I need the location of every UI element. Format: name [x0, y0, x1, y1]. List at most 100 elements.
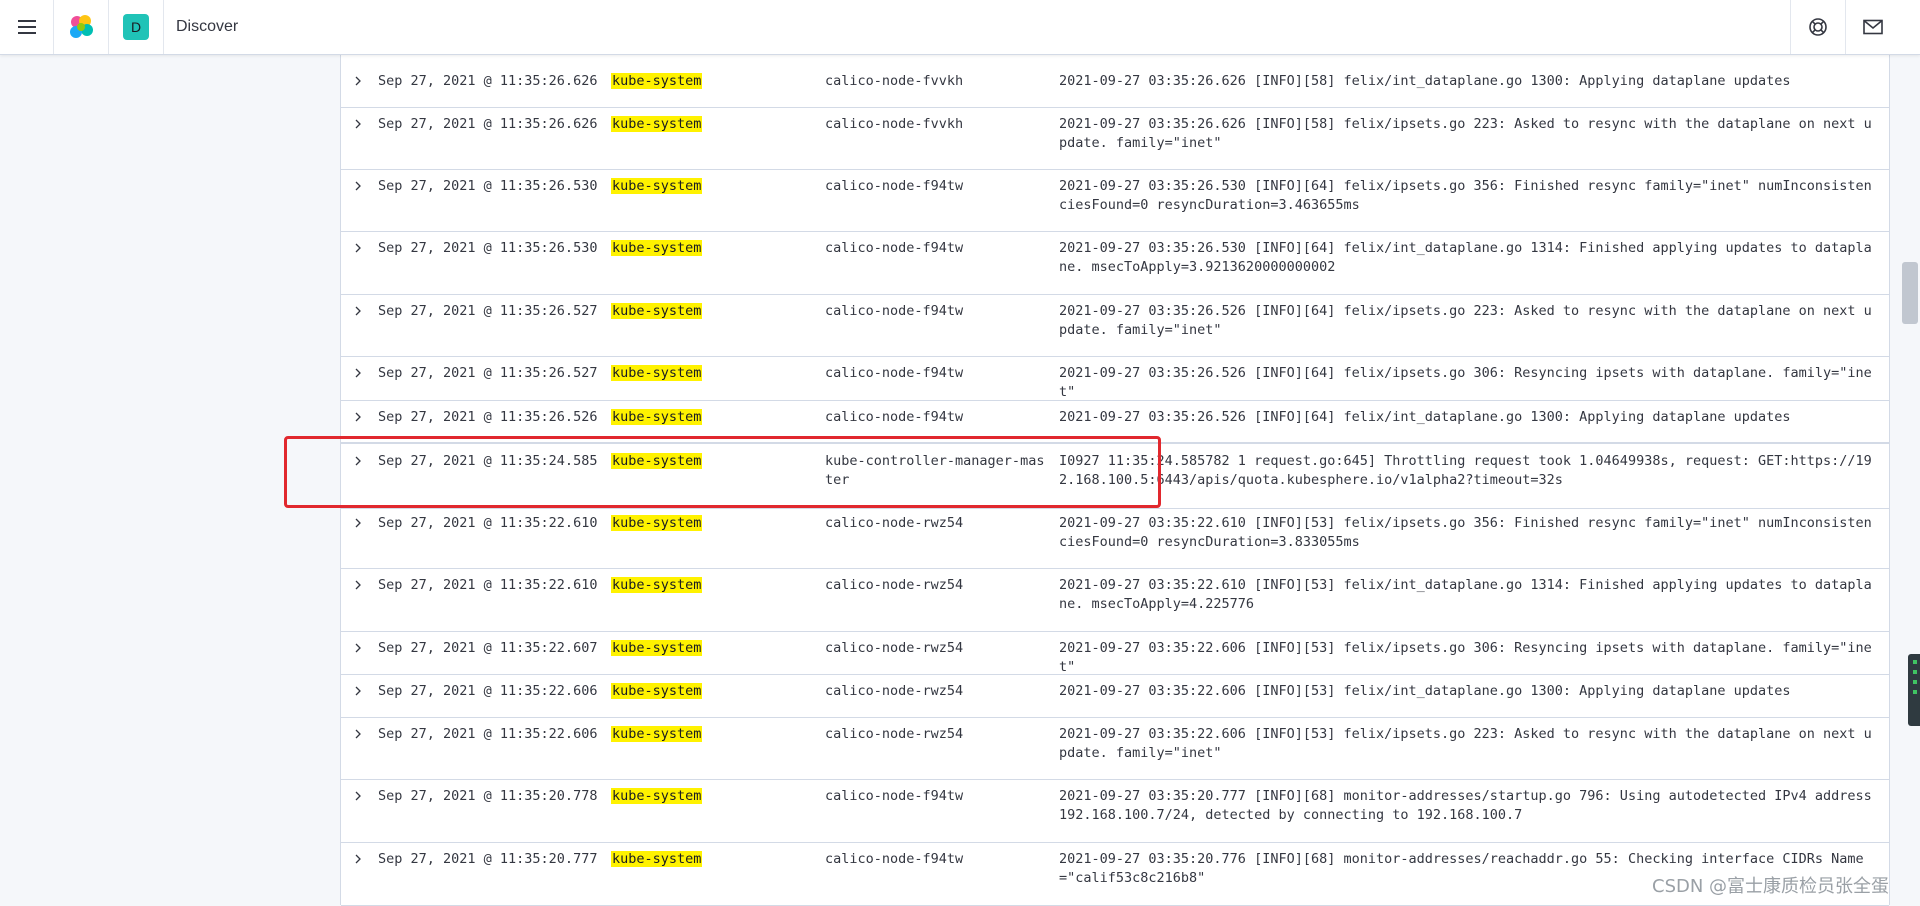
- namespace-cell: kube-system: [611, 850, 703, 869]
- expand-row-button[interactable]: [351, 364, 365, 382]
- pod-name-cell: calico-node-f94tw: [825, 178, 964, 194]
- home-logo-button[interactable]: [54, 0, 108, 54]
- timestamp-cell: Sep 27, 2021 @ 11:35:26.526: [378, 409, 598, 425]
- log-message-cell: 2021-09-27 03:35:26.526 [INFO][64] felix…: [1059, 303, 1872, 338]
- expand-row-button[interactable]: [351, 408, 365, 426]
- chevron-right-icon: [355, 854, 361, 864]
- expand-row-button[interactable]: [351, 639, 365, 657]
- scrollbar-track[interactable]: [1900, 55, 1920, 902]
- table-row[interactable]: Sep 27, 2021 @ 11:35:22.607 kube-system ca…: [341, 631, 1889, 675]
- namespace-highlight: kube-system: [611, 303, 703, 319]
- timestamp-cell: Sep 27, 2021 @ 11:35:26.530: [378, 178, 598, 194]
- table-row[interactable]: Sep 27, 2021 @ 11:35:26.530 kube-system ca…: [341, 231, 1889, 295]
- chevron-right-icon: [355, 119, 361, 129]
- chevron-right-icon: [355, 181, 361, 191]
- timestamp-cell: Sep 27, 2021 @ 11:35:26.527: [378, 365, 598, 381]
- pod-name-cell: calico-node-rwz54: [825, 683, 964, 699]
- expand-row-button[interactable]: [351, 302, 365, 320]
- table-row[interactable]: Sep 27, 2021 @ 11:35:26.626 kube-system ca…: [341, 64, 1889, 108]
- pod-name-cell: calico-node-fvvkh: [825, 73, 964, 89]
- namespace-highlight: kube-system: [611, 851, 703, 867]
- pod-name-cell: calico-node-f94tw: [825, 788, 964, 804]
- namespace-cell: kube-system: [611, 408, 703, 427]
- help-lifebuoy-icon: [1809, 18, 1827, 36]
- chevron-right-icon: [355, 518, 361, 528]
- pod-name-cell: calico-node-rwz54: [825, 515, 964, 531]
- timestamp-cell: Sep 27, 2021 @ 11:35:22.610: [378, 577, 598, 593]
- expand-row-button[interactable]: [351, 576, 365, 594]
- scrollbar-thumb[interactable]: [1902, 262, 1918, 324]
- space-selector-button[interactable]: D: [109, 0, 163, 54]
- namespace-highlight: kube-system: [611, 240, 703, 256]
- expand-row-button[interactable]: [351, 72, 365, 90]
- timestamp-cell: Sep 27, 2021 @ 11:35:26.527: [378, 303, 598, 319]
- expand-row-button[interactable]: [351, 514, 365, 532]
- expand-row-button[interactable]: [351, 239, 365, 257]
- menu-button[interactable]: [0, 0, 53, 54]
- pod-name-cell: calico-node-rwz54: [825, 726, 964, 742]
- table-row[interactable]: Sep 27, 2021 @ 11:35:26.527 kube-system ca…: [341, 294, 1889, 357]
- news-feed-button[interactable]: [1846, 0, 1900, 54]
- expand-row-button[interactable]: [351, 787, 365, 805]
- log-message-cell: 2021-09-27 03:35:26.530 [INFO][64] felix…: [1059, 240, 1872, 275]
- chevron-right-icon: [355, 791, 361, 801]
- pod-name-cell: calico-node-rwz54: [825, 640, 964, 656]
- mail-icon: [1863, 19, 1883, 35]
- table-row[interactable]: Sep 27, 2021 @ 11:35:26.527 kube-system ca…: [341, 356, 1889, 401]
- timestamp-cell: Sep 27, 2021 @ 11:35:22.606: [378, 683, 598, 699]
- table-row[interactable]: Sep 27, 2021 @ 11:35:22.610 kube-system ca…: [341, 568, 1889, 632]
- pod-name-cell: calico-node-f94tw: [825, 365, 964, 381]
- chevron-right-icon: [355, 306, 361, 316]
- expand-row-button[interactable]: [351, 725, 365, 743]
- chevron-right-icon: [355, 686, 361, 696]
- expand-row-button[interactable]: [351, 177, 365, 195]
- expand-row-button[interactable]: [351, 682, 365, 700]
- timestamp-cell: Sep 27, 2021 @ 11:35:26.626: [378, 73, 598, 89]
- log-message-cell: 2021-09-27 03:35:26.526 [INFO][64] felix…: [1059, 409, 1791, 425]
- timestamp-cell: Sep 27, 2021 @ 11:35:22.610: [378, 515, 598, 531]
- namespace-cell: kube-system: [611, 514, 703, 533]
- help-button[interactable]: [1791, 0, 1845, 54]
- namespace-cell: kube-system: [611, 576, 703, 595]
- log-message-cell: 2021-09-27 03:35:26.530 [INFO][64] felix…: [1059, 178, 1872, 213]
- log-message-cell: 2021-09-27 03:35:22.606 [INFO][53] felix…: [1059, 640, 1872, 675]
- namespace-highlight: kube-system: [611, 515, 703, 531]
- table-row[interactable]: Sep 27, 2021 @ 11:35:22.610 kube-system ca…: [341, 506, 1889, 569]
- log-message-cell: 2021-09-27 03:35:20.777 [INFO][68] monit…: [1059, 788, 1872, 823]
- namespace-cell: kube-system: [611, 725, 703, 744]
- top-header: D Discover: [0, 0, 1920, 55]
- side-widget-tab[interactable]: [1908, 654, 1920, 726]
- chevron-right-icon: [355, 412, 361, 422]
- timestamp-cell: Sep 27, 2021 @ 11:35:20.778: [378, 788, 598, 804]
- chevron-right-icon: [355, 643, 361, 653]
- namespace-highlight: kube-system: [611, 683, 703, 699]
- expand-row-button[interactable]: [351, 850, 365, 868]
- timestamp-cell: Sep 27, 2021 @ 11:35:20.777: [378, 851, 598, 867]
- pod-name-cell: calico-node-f94tw: [825, 851, 964, 867]
- namespace-highlight: kube-system: [611, 73, 703, 89]
- expand-row-button[interactable]: [351, 115, 365, 133]
- chevron-right-icon: [355, 76, 361, 86]
- log-message-cell: I0927 11:35:24.585782 1 request.go:645] …: [1059, 453, 1872, 488]
- namespace-cell: kube-system: [611, 72, 703, 91]
- namespace-cell: kube-system: [611, 787, 703, 806]
- chevron-right-icon: [355, 368, 361, 378]
- elastic-logo-icon: [70, 15, 93, 38]
- chevron-right-icon: [355, 580, 361, 590]
- namespace-highlight: kube-system: [611, 726, 703, 742]
- watermark-text: CSDN @富士康质检员张全蛋: [1652, 876, 1890, 897]
- table-row[interactable]: Sep 27, 2021 @ 11:35:22.606 kube-system ca…: [341, 717, 1889, 780]
- namespace-highlight: kube-system: [611, 640, 703, 656]
- namespace-cell: kube-system: [611, 639, 703, 658]
- pod-name-cell: calico-node-f94tw: [825, 303, 964, 319]
- table-row[interactable]: Sep 27, 2021 @ 11:35:20.778 kube-system ca…: [341, 779, 1889, 843]
- table-row[interactable]: Sep 27, 2021 @ 11:35:22.606 kube-system ca…: [341, 674, 1889, 718]
- pod-name-cell: calico-node-fvvkh: [825, 116, 964, 132]
- namespace-cell: kube-system: [611, 364, 703, 383]
- table-row[interactable]: Sep 27, 2021 @ 11:35:26.530 kube-system ca…: [341, 169, 1889, 232]
- timestamp-cell: Sep 27, 2021 @ 11:35:22.607: [378, 640, 598, 656]
- pod-name-cell: calico-node-f94tw: [825, 240, 964, 256]
- table-row[interactable]: Sep 27, 2021 @ 11:35:26.626 kube-system ca…: [341, 107, 1889, 170]
- hamburger-menu-icon: [17, 20, 36, 34]
- log-message-cell: 2021-09-27 03:35:26.626 [INFO][58] felix…: [1059, 116, 1872, 151]
